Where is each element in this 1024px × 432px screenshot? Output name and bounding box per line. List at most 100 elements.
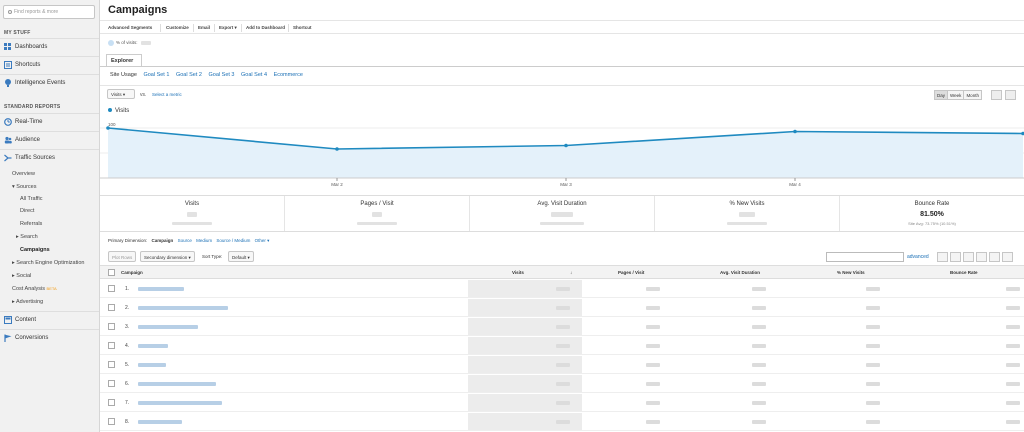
row-checkbox[interactable] [108,323,115,330]
table-row[interactable]: 1. [100,280,1024,298]
row-checkbox[interactable] [108,285,115,292]
customize-button[interactable]: Customize [166,25,189,30]
table-row[interactable]: 4. [100,337,1024,355]
subtab-goal-set-4[interactable]: Goal Set 4 [241,72,267,78]
campaign-link-redacted[interactable] [138,325,198,329]
metric-select[interactable]: Visits ▾ [107,89,135,99]
sidebar-sub-referrals[interactable]: Referrals [20,221,42,227]
campaign-link-redacted[interactable] [138,420,182,424]
sidebar-item-shortcuts[interactable]: Shortcuts [0,56,99,73]
scorecard-avg-duration[interactable]: Avg. Visit Duration [470,196,655,231]
sidebar-item-traffic-sources[interactable]: Traffic Sources [0,149,99,166]
table-row[interactable]: 8. [100,413,1024,431]
pivot-view-icon[interactable] [1002,252,1013,262]
col-campaign[interactable]: Campaign [121,270,143,275]
scorecard-value [470,211,654,219]
select-all-checkbox[interactable] [108,269,115,276]
sidebar-sub-cost-analysis[interactable]: Cost Analysis BETA [12,286,57,292]
row-checkbox[interactable] [108,342,115,349]
dimension-medium-link[interactable]: Medium [196,238,212,243]
scorecard-bounce-rate[interactable]: Bounce Rate 81.50% Site Avg: 73.75% (10.… [840,196,1024,231]
page-title: Campaigns [108,4,168,16]
comparison-view-icon[interactable] [976,252,987,262]
sidebar-sub-seo[interactable]: ▸ Search Engine Optimization [12,260,84,266]
term-cloud-view-icon[interactable] [989,252,1000,262]
sidebar-sub-campaigns[interactable]: Campaigns [20,247,50,253]
scorecard-visits[interactable]: Visits [100,196,285,231]
col-pages-visit[interactable]: Pages / Visit [618,270,644,275]
toolbar-divider [241,24,242,32]
col-bounce-rate[interactable]: Bounce Rate [950,270,978,275]
dimension-source-link[interactable]: Source [178,238,192,243]
add-to-dashboard-button[interactable]: Add to Dashboard [246,25,285,30]
table-row[interactable]: 7. [100,394,1024,412]
period-week-button[interactable]: Week [947,90,965,100]
col-avg-duration[interactable]: Avg. Visit Duration [720,270,760,275]
table-view-icon[interactable] [937,252,948,262]
sidebar-sub-advertising[interactable]: ▸ Advertising [12,299,43,305]
row-checkbox[interactable] [108,304,115,311]
subtab-site-usage[interactable]: Site Usage [110,72,137,78]
export-button[interactable]: Export ▾ [219,25,237,31]
segment-indicator[interactable]: % of visits: [108,40,151,46]
line-chart-icon[interactable] [991,90,1002,100]
table-search-input[interactable] [826,252,904,262]
sidebar-sub-social[interactable]: ▸ Social [12,273,31,279]
subtab-goal-set-2[interactable]: Goal Set 2 [176,72,202,78]
dimension-other-link[interactable]: Other ▾ [255,238,270,243]
table-row[interactable]: 3. [100,318,1024,336]
motion-chart-icon[interactable] [1005,90,1016,100]
cell-redacted [556,344,570,348]
table-row[interactable]: 2. [100,299,1024,317]
select-metric-link[interactable]: Select a metric [152,92,182,97]
campaign-link-redacted[interactable] [138,363,166,367]
cell-redacted [866,287,880,291]
campaign-link-redacted[interactable] [138,401,222,405]
scorecard-new-visits[interactable]: % New Visits [655,196,840,231]
email-button[interactable]: Email [198,25,210,30]
sort-desc-icon[interactable]: ↓ [570,270,572,275]
sidebar-item-dashboards[interactable]: Dashboards [0,38,99,55]
table-row[interactable]: 5. [100,356,1024,374]
plot-rows-button[interactable]: Plot Rows [108,251,137,262]
toolbar-divider [214,24,215,32]
secondary-dimension-select[interactable]: Secondary dimension ▾ [140,251,195,262]
sort-type-select[interactable]: Default ▾ [228,251,254,262]
sidebar-item-conversions[interactable]: Conversions [0,329,99,346]
campaign-link-redacted[interactable] [138,344,168,348]
performance-view-icon[interactable] [963,252,974,262]
subtab-goal-set-3[interactable]: Goal Set 3 [209,72,235,78]
sidebar-item-intelligence-events[interactable]: Intelligence Events [0,74,99,91]
sidebar-sub-overview[interactable]: Overview [12,171,35,177]
subtab-ecommerce[interactable]: Ecommerce [274,72,303,78]
sidebar-sub-all-traffic[interactable]: All Traffic [20,196,43,202]
sidebar-item-real-time[interactable]: Real-Time [0,113,99,130]
table-row[interactable]: 6. [100,375,1024,393]
dimension-source-medium-link[interactable]: Source / Medium [216,238,250,243]
period-day-button[interactable]: Day [934,90,949,100]
period-month-button[interactable]: Month [963,90,982,100]
scorecard-pages-visit[interactable]: Pages / Visit [285,196,470,231]
shortcut-button[interactable]: Shortcut [293,25,312,30]
advanced-filter-link[interactable]: advanced [907,254,929,260]
campaign-link-redacted[interactable] [138,287,184,291]
col-new-visits[interactable]: % New Visits [837,270,865,275]
row-checkbox[interactable] [108,418,115,425]
sidebar-item-audience[interactable]: Audience [0,131,99,148]
subtab-goal-set-1[interactable]: Goal Set 1 [143,72,169,78]
row-checkbox[interactable] [108,380,115,387]
segment-label: % of visits: [116,40,138,46]
row-checkbox[interactable] [108,361,115,368]
campaign-link-redacted[interactable] [138,382,216,386]
sidebar-sub-direct[interactable]: Direct [20,208,34,214]
col-visits[interactable]: Visits [512,270,524,275]
row-checkbox[interactable] [108,399,115,406]
report-search-input[interactable]: Find reports & more [3,5,95,19]
campaign-link-redacted[interactable] [138,306,228,310]
pie-view-icon[interactable] [950,252,961,262]
sidebar-sub-sources[interactable]: ▾ Sources [12,184,36,190]
sidebar-item-content[interactable]: Content [0,311,99,328]
cell-redacted [1006,382,1020,386]
advanced-segments-button[interactable]: Advanced Segments [108,25,152,30]
sidebar-sub-search[interactable]: ▸ Search [16,234,38,240]
